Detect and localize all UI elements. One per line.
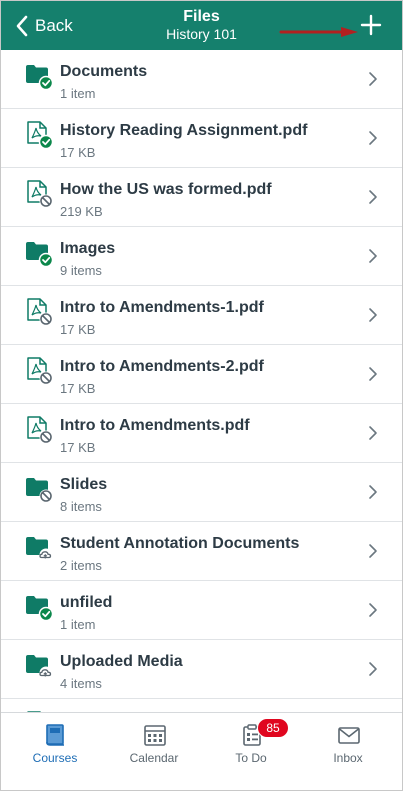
page-title: Files — [183, 8, 220, 25]
file-list: Documents 1 item History Reading Assignmen… — [1, 50, 402, 712]
nav-header: Back Files History 101 — [1, 1, 402, 50]
file-row[interactable]: History Reading Assignment.pdf 17 KB — [1, 109, 402, 168]
folder-row[interactable]: unfiled 1 item — [1, 581, 402, 640]
folder-cloud-icon — [26, 537, 53, 562]
item-meta: 2 items — [60, 558, 102, 573]
chevron-right-icon — [369, 367, 377, 381]
file-row[interactable]: Intro to Amendments-2.pdf 17 KB — [1, 345, 402, 404]
item-meta: 8 items — [60, 499, 102, 514]
pdf-file-unpublished-icon — [27, 416, 53, 444]
chevron-right-icon — [369, 662, 377, 676]
chevron-right-icon — [369, 603, 377, 617]
chevron-right-icon — [369, 544, 377, 558]
folder-published-icon — [26, 596, 53, 621]
folder-published-icon — [26, 65, 53, 90]
chevron-right-icon — [369, 249, 377, 263]
chevron-right-icon — [369, 190, 377, 204]
app-frame: Back Files History 101 Documents 1 item Hi… — [0, 0, 403, 791]
item-meta: 4 items — [60, 676, 102, 691]
todo-badge: 85 — [257, 718, 289, 738]
file-row[interactable]: Intro to Amendments.pdf 17 KB — [1, 404, 402, 463]
item-meta: 219 KB — [60, 204, 103, 219]
tab-label: Inbox — [333, 751, 363, 765]
folder-row[interactable]: Student Annotation Documents 2 items — [1, 522, 402, 581]
item-name: Intro to Amendments-2.pdf — [60, 358, 264, 375]
tab-label: Courses — [32, 751, 78, 765]
folder-row[interactable]: Slides 8 items — [1, 463, 402, 522]
item-name: How the US was formed.pdf — [60, 181, 272, 198]
item-name: History Reading Assignment.pdf — [60, 122, 308, 139]
chevron-right-icon — [369, 308, 377, 322]
tab-calendar[interactable]: Calendar — [104, 713, 204, 773]
item-name: Intro to Amendments-1.pdf — [60, 299, 264, 316]
item-meta: 17 KB — [60, 440, 96, 455]
chevron-right-icon — [369, 131, 377, 145]
tab-label: Calendar — [129, 751, 179, 765]
file-row[interactable]: US History Syllabus-1.pdf — [1, 699, 402, 712]
book-icon — [46, 724, 64, 746]
chevron-right-icon — [369, 72, 377, 86]
item-meta: 17 KB — [60, 322, 96, 337]
folder-published-icon — [26, 242, 53, 267]
file-row[interactable]: Intro to Amendments-1.pdf 17 KB — [1, 286, 402, 345]
pdf-file-unpublished-icon — [27, 298, 53, 326]
pdf-file-unpublished-icon — [27, 357, 53, 385]
pdf-file-unpublished-icon — [27, 180, 53, 208]
item-name: Slides — [60, 476, 108, 493]
folder-unpublished-icon — [26, 478, 53, 503]
header-titles: Files History 101 — [1, 7, 402, 43]
item-name: Student Annotation Documents — [60, 535, 300, 552]
chevron-right-icon — [369, 485, 377, 499]
tab-label: To Do — [235, 751, 267, 765]
item-meta: 1 item — [60, 617, 96, 632]
item-meta: 17 KB — [60, 381, 96, 396]
tab-inbox[interactable]: Inbox — [298, 713, 398, 773]
tab-courses[interactable]: Courses — [5, 713, 105, 773]
item-name: Images — [60, 240, 116, 257]
calendar-icon — [144, 725, 166, 746]
tab-todo[interactable]: 85 To Do — [201, 713, 301, 773]
item-name: unfiled — [60, 594, 113, 611]
item-name: Documents — [60, 63, 148, 80]
pdf-file-published-icon — [27, 121, 53, 149]
file-row[interactable]: How the US was formed.pdf 219 KB — [1, 168, 402, 227]
envelope-icon — [338, 727, 360, 744]
folder-row[interactable]: Documents 1 item — [1, 50, 402, 109]
plus-icon[interactable] — [360, 14, 382, 36]
chevron-right-icon — [369, 426, 377, 440]
folder-row[interactable]: Uploaded Media 4 items — [1, 640, 402, 699]
annotation-arrow — [279, 27, 358, 37]
item-name: Uploaded Media — [60, 653, 183, 670]
item-meta: 1 item — [60, 86, 96, 101]
tab-bar: Courses Calendar 85 To Do Inbox — [1, 712, 402, 790]
item-meta: 17 KB — [60, 145, 96, 160]
item-name: Intro to Amendments.pdf — [60, 417, 250, 434]
folder-cloud-icon — [26, 655, 53, 680]
item-meta: 9 items — [60, 263, 102, 278]
folder-row[interactable]: Images 9 items — [1, 227, 402, 286]
